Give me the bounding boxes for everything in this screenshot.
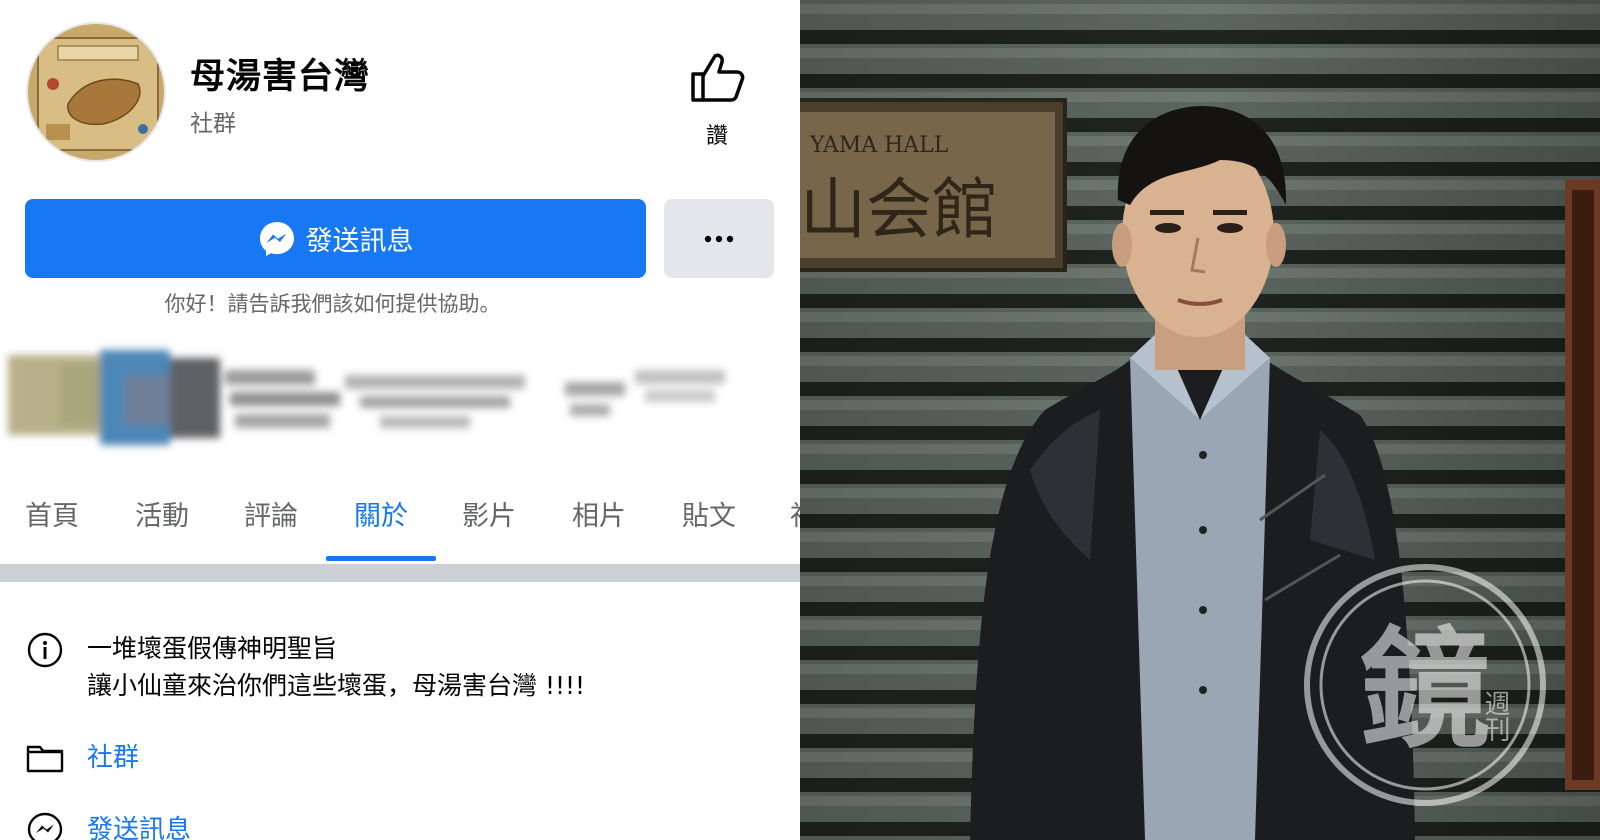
portrait-photo-image: YAMA HALL 山会館 鏡 週刊 xyxy=(800,0,1600,840)
send-message-link[interactable]: 發送訊息 xyxy=(87,810,191,840)
category-link[interactable]: 社群 xyxy=(87,738,139,778)
plaque-line-2: 山会館 xyxy=(800,171,998,248)
tab-posts[interactable]: 貼文 xyxy=(682,494,736,533)
tab-photos[interactable]: 相片 xyxy=(572,494,626,533)
info-icon xyxy=(25,630,65,670)
building-plaque: YAMA HALL 山会館 xyxy=(800,98,1067,272)
active-tab-indicator xyxy=(326,556,436,561)
facebook-page-panel: 母湯害台灣 社群 讚 發送訊息 你好！請告訴我們該如何提供協助。 首頁 活動 評… xyxy=(0,0,800,840)
about-message-row: 發送訊息 xyxy=(25,810,191,840)
tab-videos[interactable]: 影片 xyxy=(462,494,516,533)
page-category: 社群 xyxy=(190,111,236,137)
watermark-sub: 週刊 xyxy=(1480,690,1510,742)
about-category-row: 社群 xyxy=(25,738,139,778)
about-description-row: 一堆壞蛋假傳神明聖旨 讓小仙童來治你們這些壞蛋，母湯害台灣 !!!! xyxy=(25,630,585,704)
thumbs-up-icon xyxy=(691,53,745,102)
plaque-line-1: YAMA HALL xyxy=(809,133,949,158)
more-options-icon xyxy=(704,235,734,242)
page-title: 母湯害台灣 xyxy=(190,57,371,97)
tab-separator xyxy=(0,564,800,582)
like-button[interactable]: 讚 xyxy=(682,52,752,150)
tab-events[interactable]: 活動 xyxy=(135,494,189,533)
messenger-icon xyxy=(259,221,294,256)
tab-home[interactable]: 首頁 xyxy=(25,494,79,533)
portrait-photo: YAMA HALL 山会館 鏡 週刊 xyxy=(800,0,1600,840)
tab-reviews[interactable]: 評論 xyxy=(244,494,298,533)
about-description-line-1: 一堆壞蛋假傳神明聖旨 xyxy=(87,634,338,663)
more-options-button[interactable] xyxy=(664,199,774,278)
about-description: 一堆壞蛋假傳神明聖旨 讓小仙童來治你們這些壞蛋，母湯害台灣 !!!! xyxy=(87,630,585,704)
like-label: 讚 xyxy=(705,124,728,149)
send-message-label: 發送訊息 xyxy=(305,226,414,257)
page-tab-bar: 首頁 活動 評論 關於 影片 相片 貼文 社 xyxy=(0,478,800,564)
avatar-map-image xyxy=(28,24,164,160)
tab-community-truncated[interactable]: 社 xyxy=(790,494,800,533)
folder-icon xyxy=(25,738,65,778)
send-message-button[interactable]: 發送訊息 xyxy=(25,199,646,278)
about-description-line-2: 讓小仙童來治你們這些壞蛋，母湯害台灣 !!!! xyxy=(87,671,586,700)
blurred-friends-strip xyxy=(8,350,725,445)
page-avatar[interactable] xyxy=(26,22,166,162)
watermark-char: 鏡 xyxy=(1360,614,1490,766)
tab-about[interactable]: 關於 xyxy=(354,494,408,533)
greeting-text: 你好！請告訴我們該如何提供協助。 xyxy=(164,292,501,316)
messenger-outline-icon xyxy=(25,810,65,840)
